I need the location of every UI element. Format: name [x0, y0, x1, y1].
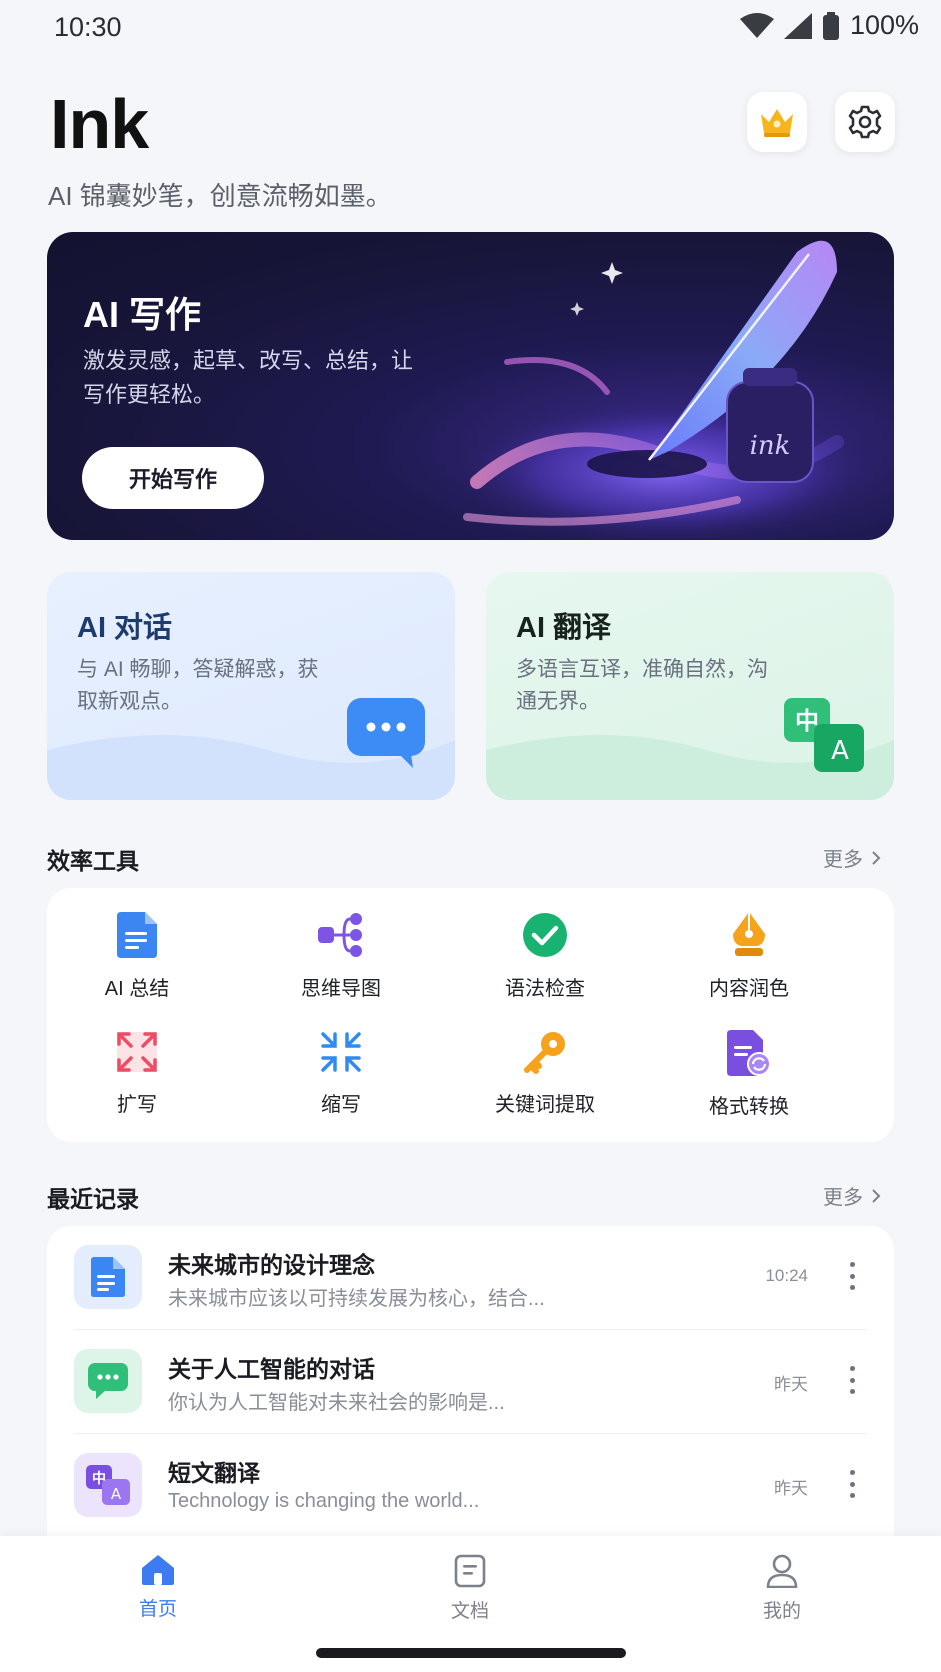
home-indicator[interactable] [316, 1648, 626, 1658]
more-options-icon[interactable] [848, 1262, 856, 1290]
hero-description: 激发灵感，起草、改写、总结，让写作更轻松。 [83, 348, 414, 407]
tool-compress[interactable]: 缩写 [251, 1030, 431, 1117]
item-title: 短文翻译 [168, 1460, 260, 1486]
start-writing-button[interactable]: 开始写作 [82, 447, 264, 509]
item-subtitle: 未来城市应该以可持续发展为核心，结合... [168, 1288, 545, 1310]
gear-icon [848, 105, 882, 139]
ai-chat-card[interactable]: AI 对话 与 AI 畅聊，答疑解惑，获取新观点。 [47, 572, 455, 800]
recent-list: 未来城市的设计理念 未来城市应该以可持续发展为核心，结合... 10:24 关于… [47, 1226, 894, 1536]
battery-percent: 100% [849, 10, 919, 40]
list-item[interactable]: 未来城市的设计理念 未来城市应该以可持续发展为核心，结合... 10:24 [47, 1226, 894, 1330]
item-time: 昨天 [774, 1375, 808, 1394]
translate-card-description: 多语言互译，准确自然，沟通无界。 [516, 658, 768, 713]
tool-label: 内容润色 [709, 978, 789, 1000]
chevron-right-icon [872, 1188, 881, 1203]
document-outline-icon [454, 1554, 486, 1588]
status-time: 10:30 [54, 12, 122, 42]
status-icons: 100% [739, 10, 919, 41]
quill-inkwell-illustration: ink [457, 240, 877, 540]
tools-grid: AI 总结 思维导图 语法检查 内容润色 扩写 缩写 关键词提取 格式转换 [47, 888, 894, 1142]
user-icon [766, 1554, 798, 1588]
compress-icon [321, 1032, 361, 1072]
item-time: 昨天 [774, 1479, 808, 1498]
translate-card-title: AI 翻译 [516, 612, 612, 644]
chat-bubble-icon [347, 698, 425, 768]
tool-label: AI 总结 [104, 978, 170, 1000]
wifi-icon [739, 12, 774, 38]
pen-nib-icon [733, 912, 765, 956]
tool-format-convert[interactable]: 格式转换 [659, 1030, 839, 1119]
convert-icon [727, 1030, 771, 1076]
expand-icon [117, 1032, 157, 1072]
vip-button[interactable] [747, 92, 807, 152]
document-icon [117, 912, 157, 958]
tools-more-link[interactable]: 更多 [823, 843, 881, 872]
tool-polish[interactable]: 内容润色 [659, 912, 839, 1001]
recent-more-link[interactable]: 更多 [823, 1181, 881, 1210]
nav-profile[interactable]: 我的 [722, 1554, 842, 1623]
list-item[interactable]: 中A 短文翻译 Technology is changing the world… [47, 1434, 894, 1536]
settings-button[interactable] [835, 92, 895, 152]
signal-icon [783, 12, 812, 39]
tool-expand[interactable]: 扩写 [47, 1030, 227, 1117]
svg-text:中: 中 [92, 1470, 106, 1487]
svg-text:A: A [111, 1485, 122, 1503]
tool-label: 格式转换 [709, 1096, 789, 1118]
item-subtitle: 你认为人工智能对未来社会的影响是... [168, 1392, 505, 1414]
ai-translate-card[interactable]: AI 翻译 多语言互译，准确自然，沟通无界。 中 A [486, 572, 894, 800]
item-time: 10:24 [765, 1266, 808, 1285]
battery-icon [822, 11, 839, 40]
mindmap-icon [318, 913, 362, 957]
tool-keyword-extract[interactable]: 关键词提取 [455, 1030, 635, 1117]
tools-section-title: 效率工具 [47, 848, 139, 874]
more-options-icon[interactable] [848, 1366, 856, 1394]
tool-mind-map[interactable]: 思维导图 [251, 912, 431, 1001]
list-item[interactable]: 关于人工智能的对话 你认为人工智能对未来社会的影响是... 昨天 [47, 1330, 894, 1434]
chat-icon [74, 1349, 142, 1413]
document-icon [74, 1245, 142, 1309]
recent-more-label: 更多 [823, 1187, 863, 1209]
nav-documents[interactable]: 文档 [410, 1554, 530, 1623]
app-tagline: AI 锦囊妙笔，创意流畅如墨。 [48, 181, 392, 211]
nav-home[interactable]: 首页 [98, 1554, 218, 1621]
tool-label: 关键词提取 [495, 1094, 595, 1116]
nav-label: 文档 [450, 1601, 489, 1622]
home-icon [142, 1555, 174, 1585]
translate-icon-en: A [831, 736, 849, 766]
nav-label: 我的 [762, 1601, 801, 1622]
item-subtitle: Technology is changing the world... [168, 1490, 480, 1512]
app-title: Ink [50, 85, 149, 163]
translate-icon: 中A [74, 1453, 142, 1517]
more-options-icon[interactable] [848, 1470, 856, 1498]
chat-card-description: 与 AI 畅聊，答疑解惑，获取新观点。 [77, 658, 319, 713]
tool-ai-summary[interactable]: AI 总结 [47, 912, 227, 1001]
chevron-right-icon [872, 850, 881, 865]
tool-label: 缩写 [321, 1094, 361, 1116]
item-title: 关于人工智能的对话 [168, 1356, 375, 1382]
translate-icon: 中 A [784, 698, 864, 772]
chat-card-title: AI 对话 [77, 612, 173, 644]
inkwell-label: ink [750, 431, 791, 461]
hero-title: AI 写作 [83, 294, 202, 335]
tool-label: 语法检查 [505, 978, 585, 1000]
tool-label: 扩写 [117, 1094, 157, 1116]
crown-icon [761, 109, 793, 137]
tool-grammar-check[interactable]: 语法检查 [455, 912, 635, 1001]
tool-label: 思维导图 [301, 978, 381, 1000]
check-icon [523, 913, 567, 957]
nav-label: 首页 [138, 1599, 177, 1620]
recent-section-title: 最近记录 [47, 1186, 139, 1212]
ai-writing-card[interactable]: ink AI 写作 激发灵感，起草、改写、总结，让写作更轻松。 开始写作 [47, 232, 894, 540]
translate-icon-zh: 中 [795, 707, 819, 735]
tools-more-label: 更多 [823, 849, 863, 871]
key-icon [524, 1032, 565, 1074]
item-title: 未来城市的设计理念 [168, 1252, 375, 1278]
